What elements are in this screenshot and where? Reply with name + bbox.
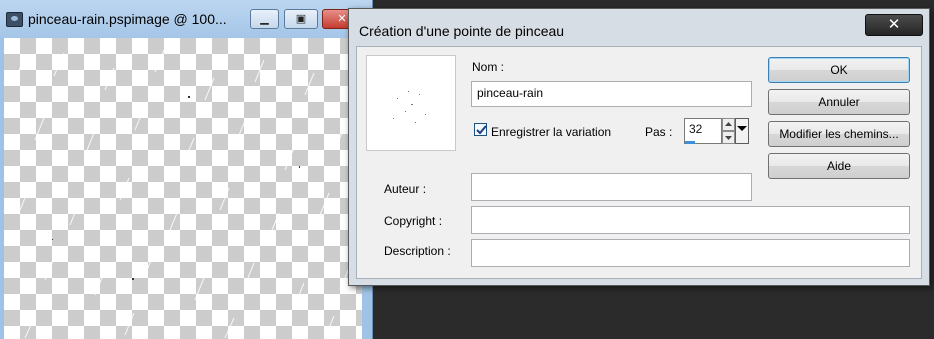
step-slider-indicator (685, 141, 695, 144)
maximize-button[interactable]: ▣ (284, 9, 318, 29)
step-slider-dropdown[interactable] (735, 118, 749, 144)
step-spinner[interactable]: 32 (684, 118, 750, 148)
document-title: pinceau-rain.pspimage @ 100... (28, 11, 227, 27)
modify-paths-button[interactable]: Modifier les chemins... (768, 121, 910, 147)
checkmark-icon (476, 125, 487, 135)
document-titlebar[interactable]: pinceau-rain.pspimage @ 100... ▁ ▣ ✕ (0, 0, 372, 38)
step-spin-buttons (722, 118, 735, 144)
app-icon (6, 12, 23, 27)
document-window: pinceau-rain.pspimage @ 100... ▁ ▣ ✕ (0, 0, 373, 339)
help-button[interactable]: Aide (768, 153, 910, 179)
save-variation-checkbox[interactable] (474, 123, 487, 136)
spin-up-button[interactable] (722, 118, 735, 131)
minimize-icon: ▁ (260, 12, 269, 25)
name-label: Nom : (472, 60, 505, 74)
image-canvas[interactable] (4, 38, 362, 339)
name-input[interactable]: pinceau-rain (471, 81, 752, 107)
dropdown-arrow-icon (737, 126, 747, 131)
spin-down-button[interactable] (722, 131, 735, 144)
cancel-button[interactable]: Annuler (768, 89, 910, 115)
close-icon: ✕ (337, 12, 347, 25)
chevron-up-icon (725, 122, 732, 126)
chevron-down-icon (725, 136, 732, 140)
author-label: Auteur : (384, 182, 427, 196)
create-brush-dialog: Création d'une pointe de pinceau ✕ Nom :… (348, 8, 930, 286)
step-label: Pas : (645, 125, 673, 139)
description-label: Description : (384, 244, 451, 258)
dialog-client-area: Nom : pinceau-rain Enregistrer la variat… (356, 46, 922, 279)
dialog-close-button[interactable]: ✕ (865, 14, 923, 36)
dialog-titlebar[interactable]: Création d'une pointe de pinceau ✕ (349, 9, 929, 39)
brush-preview (366, 55, 456, 151)
maximize-icon: ▣ (295, 12, 307, 25)
close-icon: ✕ (887, 15, 901, 33)
ok-button[interactable]: OK (768, 57, 910, 83)
author-input[interactable] (471, 173, 752, 201)
dialog-title: Création d'une pointe de pinceau (359, 23, 565, 39)
rain-strokes (15, 49, 350, 339)
minimize-button[interactable]: ▁ (250, 9, 279, 29)
copyright-input[interactable] (471, 206, 910, 234)
save-variation-label: Enregistrer la variation (491, 125, 612, 139)
brush-preview-image (393, 91, 426, 123)
copyright-label: Copyright : (384, 214, 443, 228)
description-input[interactable] (471, 239, 910, 267)
